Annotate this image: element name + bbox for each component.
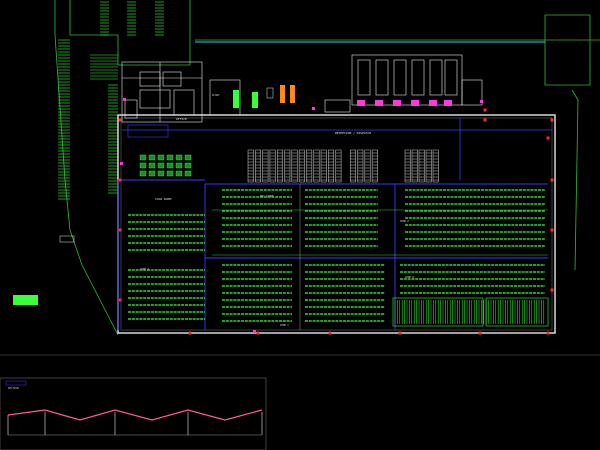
zone-mid-left-label: ZONE A (140, 267, 150, 271)
column-marker (118, 178, 122, 182)
column-marker (546, 331, 550, 335)
tank (166, 170, 174, 177)
tank (139, 162, 147, 169)
column-marker (398, 331, 402, 335)
column-marker (550, 228, 554, 232)
cad-drawing-canvas[interactable]: OFFICE PLANT RECEPTION / DISPATCH COLD R… (0, 0, 600, 450)
tank (175, 154, 183, 161)
tank (175, 170, 183, 177)
tank (148, 170, 156, 177)
column-marker (550, 288, 554, 292)
column-marker (483, 108, 487, 112)
tank (184, 162, 192, 169)
office-label: OFFICE (176, 117, 187, 121)
tank (148, 162, 156, 169)
tank (184, 170, 192, 177)
cold-room-label: COLD ROOM (155, 197, 171, 201)
column-marker (550, 178, 554, 182)
tank (139, 154, 147, 161)
column-marker (188, 331, 192, 335)
column-marker (328, 331, 332, 335)
column-marker (483, 118, 487, 122)
zone-mid-right-label: ZONE B (405, 275, 415, 279)
column-marker (118, 298, 122, 302)
column-marker (256, 331, 260, 335)
column-marker (550, 118, 554, 122)
tank (139, 170, 147, 177)
tank (184, 154, 192, 161)
tank (166, 162, 174, 169)
tank (166, 154, 174, 161)
column-marker (546, 136, 550, 140)
tank (157, 154, 165, 161)
section-title: SECTION (8, 386, 19, 390)
column-marker (118, 118, 122, 122)
column-marker (478, 331, 482, 335)
tank (157, 170, 165, 177)
plant-label: PLANT (212, 93, 220, 97)
tank (148, 154, 156, 161)
zone-bottom-right-label: ZONE D (400, 219, 410, 223)
tank (157, 162, 165, 169)
tank (175, 162, 183, 169)
column-marker (118, 228, 122, 232)
zone-top-label: DRY STORE (260, 194, 274, 198)
loading-bay-label: RECEPTION / DISPATCH (335, 131, 371, 135)
zone-bottom-left-label: ZONE C (280, 323, 290, 327)
